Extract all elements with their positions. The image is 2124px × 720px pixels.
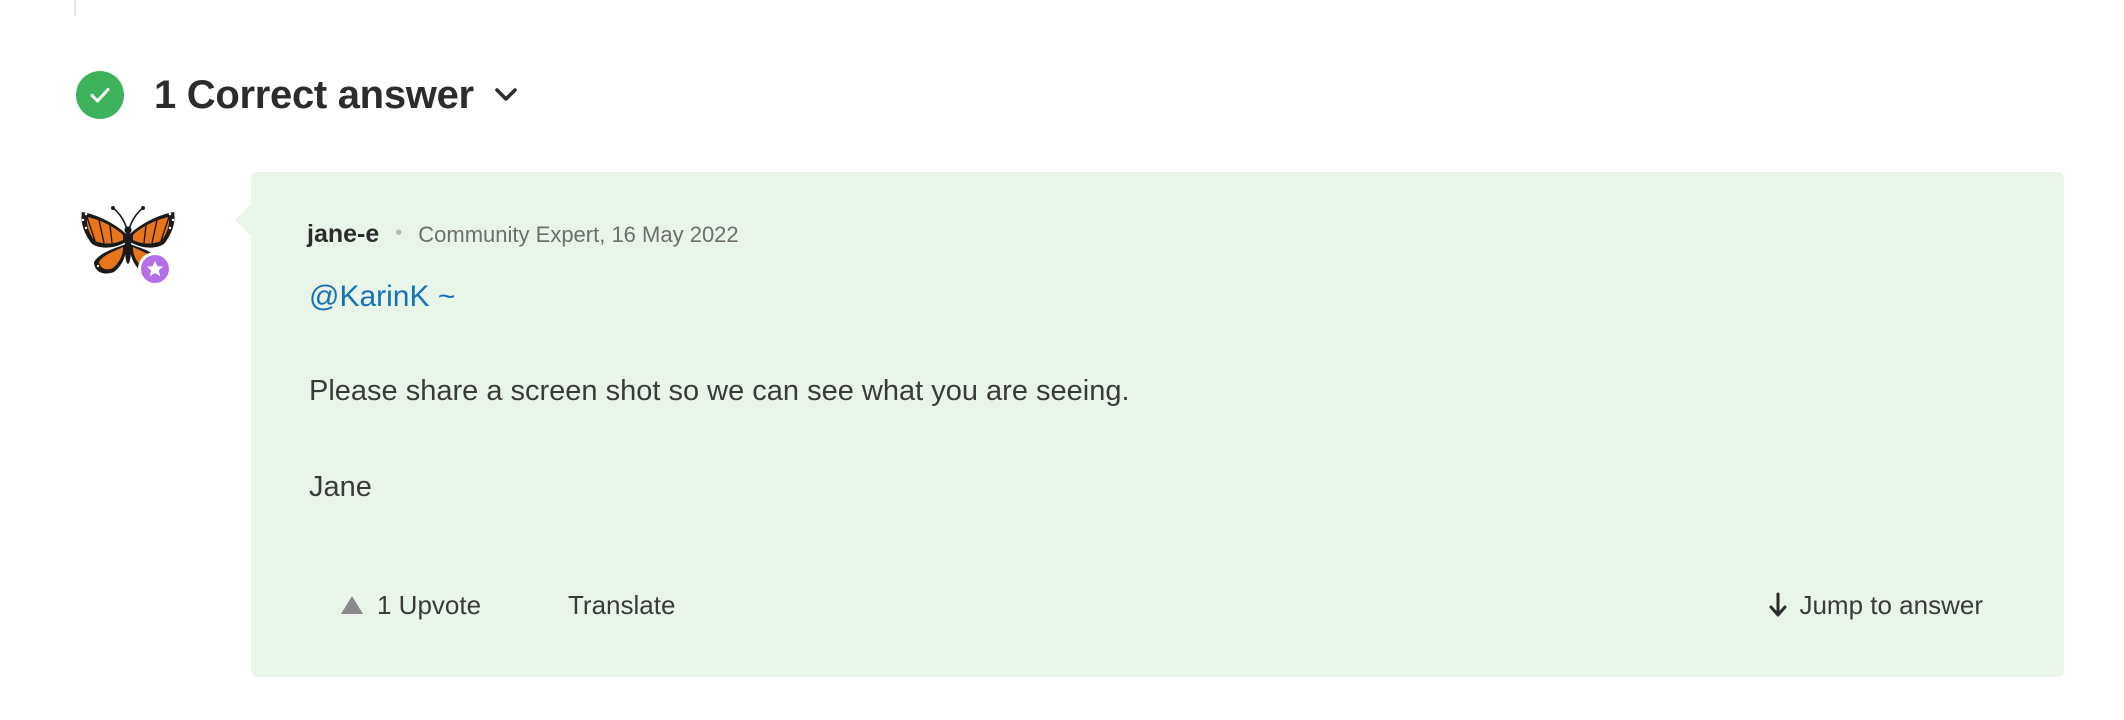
community-expert-star-icon	[138, 252, 172, 286]
author-name[interactable]: jane-e	[307, 220, 379, 249]
upvote-button[interactable]: 1 Upvote	[339, 582, 481, 628]
reply-meta: jane-e • Community Expert, 16 May 2022	[307, 220, 739, 249]
chevron-down-icon[interactable]	[490, 79, 522, 111]
upvote-label: 1 Upvote	[377, 589, 482, 620]
jump-to-answer-button[interactable]: Jump to answer	[1767, 582, 1983, 628]
check-circle-icon	[76, 71, 124, 119]
card-pointer	[235, 204, 251, 236]
arrow-down-icon	[1769, 592, 1787, 617]
correct-answer-count: 1 Correct answer	[154, 72, 474, 117]
correct-answers-header: 1 Correct answer	[76, 70, 522, 120]
correct-answer-card: jane-e • Community Expert, 16 May 2022 @…	[235, 172, 2064, 677]
reply-body: Please share a screen shot so we can see…	[309, 375, 1130, 407]
user-mention-link[interactable]: @KarinK ~	[309, 280, 455, 314]
translate-button[interactable]: Translate	[568, 582, 675, 628]
jump-to-answer-label: Jump to answer	[1799, 589, 1983, 620]
reply-signature: Jane	[309, 471, 372, 503]
reply-actions: 1 Upvote Translate Jump to answer	[251, 582, 2064, 628]
divider	[74, 0, 76, 16]
separator-dot: •	[395, 222, 403, 244]
upvote-triangle-icon	[341, 596, 363, 614]
author-role-date: Community Expert, 16 May 2022	[418, 222, 739, 247]
page: 1 Correct answer jane-e • Community Expe…	[0, 0, 2124, 720]
